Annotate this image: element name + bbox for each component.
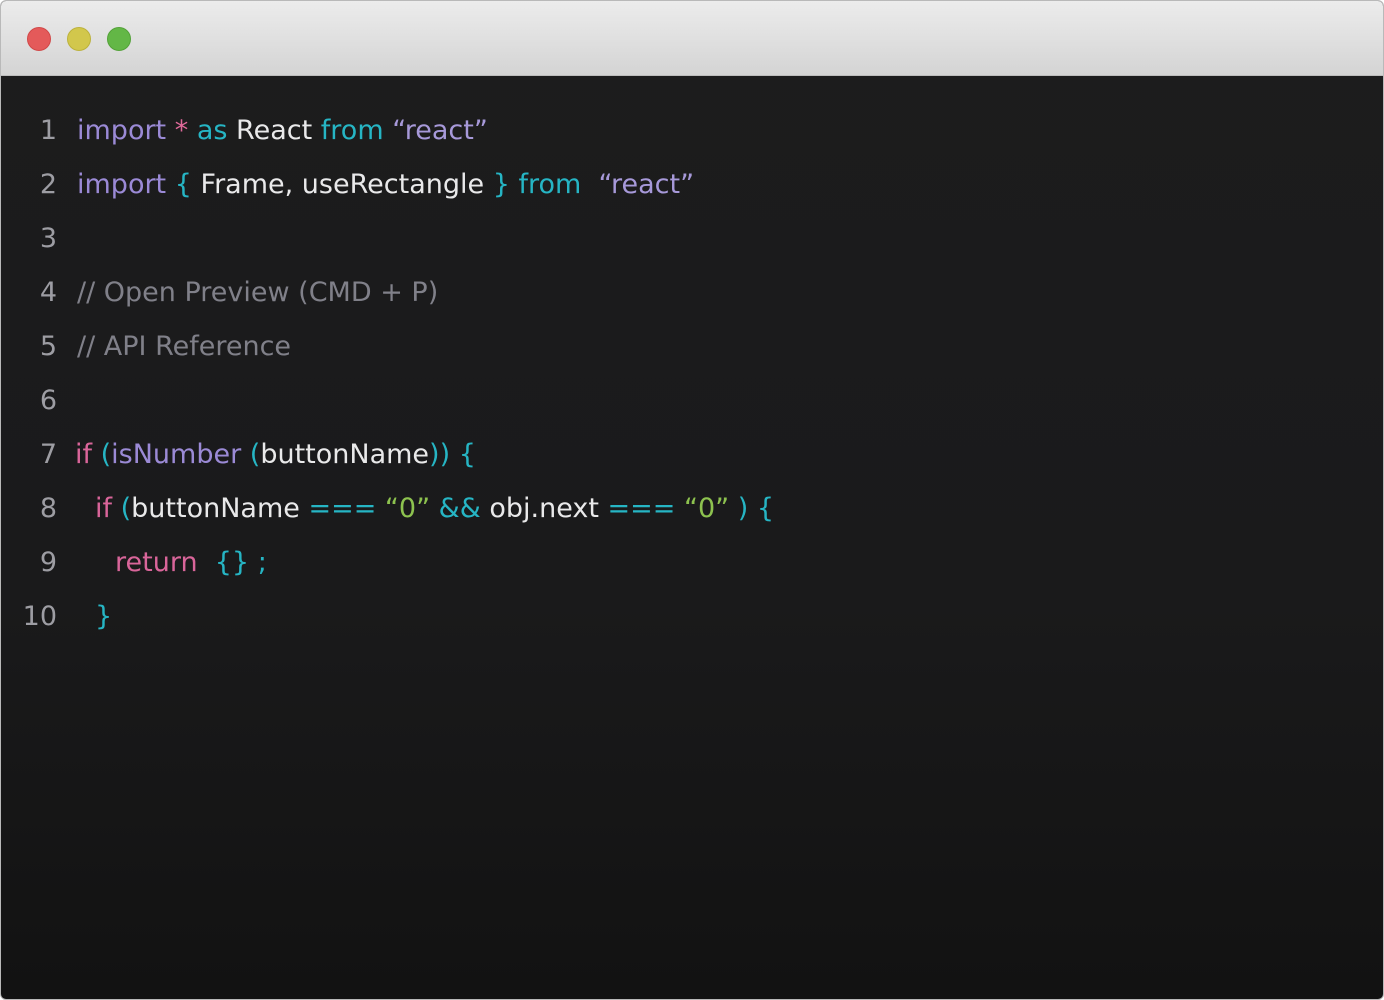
code-token: “0” [683, 493, 730, 524]
code-text: import { Frame, useRectangle } from “rea… [77, 158, 694, 212]
line-number: 6 [39, 385, 57, 416]
code-token: “react” [581, 169, 695, 200]
code-line[interactable]: 1 import * as React from “react” [1, 104, 1383, 158]
code-token: “react” [383, 115, 488, 146]
code-text: // Open Preview (CMD + P) [77, 266, 438, 320]
code-token: from [518, 169, 582, 200]
line-number: 1 [39, 115, 57, 146]
code-token: // API Reference [77, 331, 292, 362]
close-window-button[interactable] [27, 27, 51, 51]
code-line[interactable]: 4 // Open Preview (CMD + P) [1, 266, 1383, 320]
code-text: // API Reference [77, 320, 291, 374]
code-token: { [174, 169, 192, 200]
line-number: 9 [39, 547, 57, 578]
line-number: 2 [39, 169, 57, 200]
line-number: 7 [39, 439, 57, 470]
code-token: buttonName [131, 493, 309, 524]
code-text: if (buttonName === “0” && obj.next === “… [95, 482, 774, 536]
code-text: return {} ; [115, 536, 267, 590]
code-token: ) [737, 493, 749, 524]
code-editor[interactable]: 1 import * as React from “react” 2 import {… [1, 77, 1383, 999]
code-token: === [308, 493, 377, 524]
code-editor-window: 1 import * as React from “react” 2 import {… [0, 0, 1384, 1000]
code-token: React [227, 115, 321, 146]
line-number: 3 [39, 223, 57, 254]
code-token: buttonName [260, 439, 430, 470]
code-text: } [95, 590, 112, 644]
code-token: === [607, 493, 676, 524]
code-text: import * as React from “react” [77, 104, 488, 158]
code-line[interactable]: 10} [1, 590, 1383, 644]
code-token: return [115, 547, 198, 578]
code-token: import [77, 169, 167, 200]
code-token: // Open Preview (CMD + P) [77, 277, 439, 308]
code-token: “0” [384, 493, 431, 524]
code-token: && [438, 493, 481, 524]
title-bar [1, 1, 1383, 76]
code-token: ( [100, 439, 112, 470]
line-number: 8 [39, 493, 57, 524]
minimize-window-button[interactable] [67, 27, 91, 51]
code-token: { [756, 493, 775, 524]
code-token: } [492, 169, 510, 200]
code-token: ; [257, 547, 267, 578]
code-line[interactable]: 6 [1, 374, 1383, 428]
maximize-window-button[interactable] [107, 27, 131, 51]
code-token: import [77, 115, 167, 146]
line-number: 10 [22, 601, 57, 632]
code-line[interactable]: 2 import { Frame, useRectangle } from “re… [1, 158, 1383, 212]
code-token: obj.next [480, 493, 608, 524]
code-line[interactable]: 8 if (buttonName === “0” && obj.next === … [1, 482, 1383, 536]
code-line[interactable]: 3 [1, 212, 1383, 266]
code-token: * [174, 115, 189, 146]
code-token: } [95, 601, 113, 632]
code-line[interactable]: 5 // API Reference [1, 320, 1383, 374]
line-number: 4 [39, 277, 57, 308]
code-token: from [320, 115, 384, 146]
code-token: { [458, 439, 476, 470]
code-token: ( [120, 493, 132, 524]
code-token: as [196, 115, 228, 146]
line-number: 5 [39, 331, 57, 362]
code-line[interactable]: 7 if (isNumber (buttonName)) { [1, 428, 1383, 482]
code-text: if (isNumber (buttonName)) { [75, 428, 476, 482]
code-token: isNumber [111, 439, 242, 470]
code-token: if [95, 493, 113, 524]
code-line[interactable]: 9 return {} ; [1, 536, 1383, 590]
code-token: Frame, useRectangle [191, 169, 493, 200]
code-token: if [75, 439, 93, 470]
code-token: ( [249, 439, 261, 470]
code-token: )) [429, 439, 451, 470]
code-token: {} [214, 547, 250, 578]
